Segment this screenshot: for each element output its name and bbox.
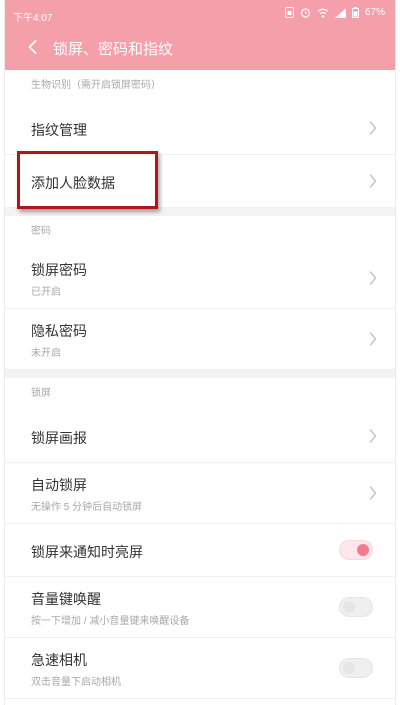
status-bar: 下午4:07 67% xyxy=(5,0,395,28)
row-title: 锁屏密码 xyxy=(31,262,87,278)
chevron-right-icon xyxy=(369,174,377,188)
row-title: 自动锁屏 xyxy=(31,477,87,493)
chevron-right-icon xyxy=(369,429,377,443)
row-title: 急速相机 xyxy=(31,652,87,668)
row-title: 指纹管理 xyxy=(31,122,87,138)
settings-row-lock-password[interactable]: 锁屏密码 已开启 xyxy=(5,248,395,309)
settings-row-auto-lock[interactable]: 自动锁屏 无操作 5 分钟后自动锁屏 xyxy=(5,463,395,524)
section-header-biometrics: 生物识别（需开启锁屏密码） xyxy=(31,80,161,91)
settings-row-privacy-password[interactable]: 隐私密码 未开启 xyxy=(5,309,395,370)
settings-row-wake-on-notification: 锁屏来通知时亮屏 xyxy=(5,524,395,577)
app-header: 下午4:07 67% 锁屏、密码和指纹 xyxy=(5,0,395,70)
chevron-right-icon xyxy=(369,271,377,285)
row-title: 添加人脸数据 xyxy=(31,175,115,191)
chevron-right-icon xyxy=(369,486,377,500)
settings-row-lock-screen-wallpaper[interactable]: 锁屏画报 xyxy=(5,410,395,463)
row-subtitle: 双击音量下启动相机 xyxy=(31,677,121,688)
signal-icon xyxy=(334,7,346,18)
chevron-right-icon xyxy=(369,121,377,135)
chevron-right-icon xyxy=(369,332,377,346)
page-title: 锁屏、密码和指纹 xyxy=(53,41,174,58)
wake-on-notification-toggle[interactable] xyxy=(339,540,373,560)
settings-screen: 下午4:07 67% 锁屏、密码和指纹 生物识别（需开启锁屏密码） 指纹管理 添… xyxy=(4,0,396,705)
volume-key-wake-toggle[interactable] xyxy=(339,597,373,617)
row-subtitle: 未开启 xyxy=(31,348,61,359)
row-subtitle: 按一下增加 / 减小音量键来唤醒设备 xyxy=(31,616,190,627)
row-subtitle: 无操作 5 分钟后自动锁屏 xyxy=(31,502,143,513)
alarm-icon xyxy=(300,8,311,18)
quick-camera-toggle[interactable] xyxy=(339,658,373,678)
section-divider xyxy=(5,370,395,378)
section-header-password: 密码 xyxy=(31,226,51,237)
sim-icon xyxy=(284,7,294,18)
battery-percent: 67% xyxy=(364,7,385,18)
section-divider xyxy=(5,208,395,216)
toggle-knob xyxy=(357,544,369,556)
settings-row-volume-key-wake: 音量键唤醒 按一下增加 / 减小音量键来唤醒设备 xyxy=(5,577,395,638)
status-time: 下午4:07 xyxy=(13,13,53,24)
battery-icon xyxy=(351,7,359,18)
status-icons: 67% xyxy=(284,7,385,18)
settings-row-fingerprint[interactable]: 指纹管理 xyxy=(5,102,395,155)
back-button[interactable] xyxy=(19,34,45,60)
wifi-icon xyxy=(317,8,329,18)
toggle-knob xyxy=(343,601,355,613)
row-title: 隐私密码 xyxy=(31,323,87,339)
section-header-lock-screen: 锁屏 xyxy=(31,388,51,399)
chevron-left-icon xyxy=(28,40,36,54)
settings-row-quick-camera: 急速相机 双击音量下启动相机 xyxy=(5,638,395,699)
row-title: 音量键唤醒 xyxy=(31,591,101,607)
settings-row-add-face-data[interactable]: 添加人脸数据 xyxy=(5,155,395,208)
row-title: 锁屏来通知时亮屏 xyxy=(31,544,143,560)
row-title: 锁屏画报 xyxy=(31,430,87,446)
settings-list: 生物识别（需开启锁屏密码） 指纹管理 添加人脸数据 密码 锁屏密码 已开启 隐私… xyxy=(5,70,395,699)
toggle-knob xyxy=(343,662,355,674)
row-subtitle: 已开启 xyxy=(31,287,61,298)
